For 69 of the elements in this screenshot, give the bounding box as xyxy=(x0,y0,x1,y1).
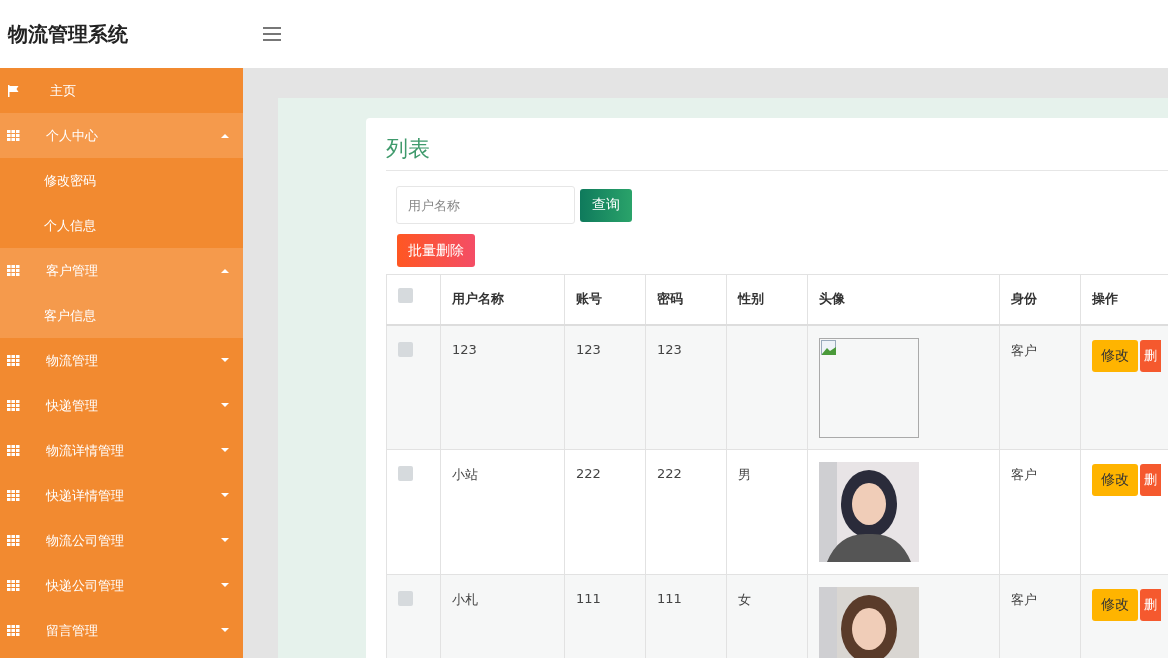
caret-icon xyxy=(221,583,229,588)
search-button[interactable]: 查询 xyxy=(580,188,632,222)
sidebar-subitem[interactable]: 客户信息 xyxy=(0,293,243,338)
sidebar-item[interactable]: 快递管理 xyxy=(0,383,243,428)
grid-icon xyxy=(7,264,20,277)
checkbox[interactable] xyxy=(398,591,413,606)
table-cell: 123 xyxy=(645,324,727,450)
grid-icon xyxy=(7,354,20,367)
column-header: 账号 xyxy=(564,274,646,325)
sidebar-item[interactable]: 物流详情管理 xyxy=(0,428,243,473)
sidebar-item[interactable]: 个人中心 xyxy=(0,113,243,158)
caret-icon xyxy=(221,268,229,273)
sidebar-item[interactable]: 快递公司管理 xyxy=(0,563,243,608)
grid-icon xyxy=(7,444,20,457)
sidebar-item[interactable]: 物流管理 xyxy=(0,338,243,383)
grid-icon xyxy=(7,579,20,592)
edit-button[interactable]: 修改 xyxy=(1092,589,1138,621)
column-header: 头像 xyxy=(807,274,1000,325)
caret-icon xyxy=(221,358,229,363)
table-cell: 111 xyxy=(564,574,646,658)
checkbox[interactable] xyxy=(398,287,413,303)
sidebar-subitem[interactable]: 修改密码 xyxy=(0,158,243,203)
table-cell: 客户 xyxy=(999,324,1081,450)
table-cell: 222 xyxy=(564,449,646,575)
grid-icon xyxy=(7,399,20,412)
table-cell: 123 xyxy=(440,324,565,450)
batch-delete-button[interactable]: 批量删除 xyxy=(397,234,475,267)
edit-button[interactable]: 修改 xyxy=(1092,339,1138,372)
table-cell: 小札 xyxy=(440,574,565,658)
column-header: 密码 xyxy=(645,274,727,325)
table-cell: 123 xyxy=(564,324,646,450)
table-cell: 客户 xyxy=(999,449,1081,575)
caret-icon xyxy=(221,403,229,408)
grid-icon xyxy=(7,534,20,547)
column-header: 身份 xyxy=(999,274,1081,325)
caret-icon xyxy=(221,133,229,138)
grid-icon xyxy=(7,489,20,502)
card-title: 列表 xyxy=(386,135,430,163)
caret-icon xyxy=(221,538,229,543)
column-header: 用户名称 xyxy=(440,274,565,325)
sidebar-item[interactable]: 主页 xyxy=(0,68,243,113)
delete-button[interactable]: 删 xyxy=(1140,589,1161,621)
flag-icon xyxy=(7,84,20,97)
table-cell: 男 xyxy=(726,449,808,575)
grid-icon xyxy=(7,129,20,142)
sidebar-subitem[interactable]: 个人信息 xyxy=(0,203,243,248)
table-cell: 女 xyxy=(726,574,808,658)
sidebar-item[interactable]: 留言管理 xyxy=(0,608,243,653)
column-header: 性别 xyxy=(726,274,808,325)
column-header: 操作 xyxy=(1080,274,1168,325)
app-title: 物流管理系统 xyxy=(6,20,129,48)
table-cell: 222 xyxy=(645,449,727,575)
sidebar-item[interactable]: 物流公司管理 xyxy=(0,518,243,563)
delete-button[interactable]: 删 xyxy=(1140,339,1161,372)
table-cell: 111 xyxy=(645,574,727,658)
search-field[interactable]: 用户名称 xyxy=(396,186,575,224)
checkbox[interactable] xyxy=(398,341,413,357)
caret-icon xyxy=(221,493,229,498)
sidebar-item[interactable]: 快递详情管理 xyxy=(0,473,243,518)
table-cell: 客户 xyxy=(999,574,1081,658)
table-cell: 小站 xyxy=(440,449,565,575)
menu-icon[interactable] xyxy=(262,26,282,42)
caret-icon xyxy=(221,448,229,453)
checkbox[interactable] xyxy=(398,466,413,481)
edit-button[interactable]: 修改 xyxy=(1092,464,1138,496)
grid-icon xyxy=(7,624,20,637)
sidebar-item[interactable]: 客户管理 xyxy=(0,248,243,293)
caret-icon xyxy=(221,628,229,633)
delete-button[interactable]: 删 xyxy=(1140,464,1161,496)
